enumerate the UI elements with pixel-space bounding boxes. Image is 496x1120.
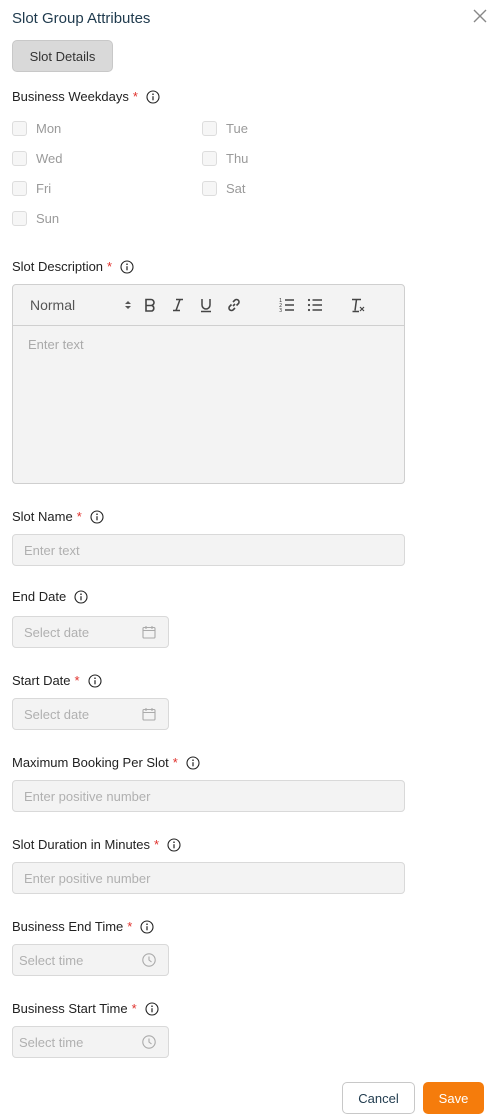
- end-date-label-text: End Date: [12, 589, 67, 604]
- checkbox-box[interactable]: [202, 151, 217, 166]
- weekday-checkbox-wed[interactable]: Wed: [12, 151, 63, 166]
- info-icon[interactable]: [74, 589, 88, 604]
- weekday-label: Wed: [36, 151, 63, 166]
- weekday-checkbox-mon[interactable]: Mon: [12, 121, 61, 136]
- slot-duration-label-text: Slot Duration in Minutes: [12, 837, 151, 852]
- link-icon[interactable]: [225, 296, 243, 314]
- weekday-label: Thu: [226, 151, 249, 166]
- save-button[interactable]: Save: [423, 1082, 484, 1114]
- bold-icon[interactable]: [141, 296, 159, 314]
- ordered-list-icon[interactable]: 123: [278, 296, 296, 314]
- business-end-time-picker[interactable]: Select time: [12, 944, 169, 976]
- end-date-picker[interactable]: Select date: [12, 616, 169, 648]
- slot-name-input[interactable]: Enter text: [12, 534, 405, 566]
- end-date-placeholder: Select date: [24, 624, 90, 640]
- start-date-placeholder: Select date: [24, 706, 90, 722]
- slot-duration-label: Slot Duration in Minutes *: [12, 837, 181, 852]
- checkbox-box[interactable]: [202, 121, 217, 136]
- start-date-label: Start Date *: [12, 673, 102, 688]
- info-icon[interactable]: [145, 1001, 159, 1016]
- required-marker: *: [107, 259, 113, 274]
- slot-name-label-text: Slot Name: [12, 509, 73, 524]
- clock-icon: [141, 952, 157, 968]
- calendar-icon: [141, 706, 157, 722]
- max-booking-label: Maximum Booking Per Slot *: [12, 755, 200, 770]
- editor-toolbar: Normal 123: [13, 285, 404, 326]
- slot-description-label-text: Slot Description: [12, 259, 104, 274]
- weekday-label: Sat: [226, 181, 246, 196]
- start-date-label-text: Start Date: [12, 673, 71, 688]
- editor-placeholder: Enter text: [28, 337, 84, 352]
- info-icon[interactable]: [88, 673, 102, 688]
- business-end-time-label-text: Business End Time: [12, 919, 124, 934]
- info-icon[interactable]: [146, 89, 160, 104]
- max-booking-label-text: Maximum Booking Per Slot: [12, 755, 169, 770]
- required-marker: *: [74, 673, 80, 688]
- required-marker: *: [127, 919, 133, 934]
- business-start-time-label-text: Business Start Time: [12, 1001, 128, 1016]
- format-select-value: Normal: [30, 297, 76, 313]
- bullet-list-icon[interactable]: [306, 296, 324, 314]
- weekday-label: Mon: [36, 121, 62, 136]
- svg-text:3: 3: [279, 308, 282, 314]
- max-booking-input[interactable]: Enter positive number: [12, 780, 405, 812]
- business-start-time-placeholder: Select time: [19, 1034, 84, 1050]
- checkbox-box[interactable]: [12, 151, 27, 166]
- business-weekdays-label: Business Weekdays *: [12, 89, 160, 104]
- weekday-checkbox-sun[interactable]: Sun: [12, 211, 59, 226]
- business-end-time-label: Business End Time *: [12, 919, 154, 934]
- info-icon[interactable]: [120, 259, 134, 274]
- checkbox-box[interactable]: [12, 121, 27, 136]
- tab-slot-details[interactable]: Slot Details: [12, 40, 113, 72]
- checkbox-box[interactable]: [202, 181, 217, 196]
- required-marker: *: [132, 89, 138, 104]
- clock-icon: [141, 1034, 157, 1050]
- required-marker: *: [154, 837, 160, 852]
- info-icon[interactable]: [90, 509, 104, 524]
- business-end-time-placeholder: Select time: [19, 952, 84, 968]
- required-marker: *: [172, 755, 178, 770]
- info-icon[interactable]: [186, 755, 200, 770]
- weekday-label: Fri: [36, 181, 52, 196]
- select-arrows-icon: [124, 299, 132, 311]
- calendar-icon: [141, 624, 157, 640]
- weekday-checkbox-tue[interactable]: Tue: [202, 121, 248, 136]
- end-date-label: End Date: [12, 589, 88, 604]
- checkbox-box[interactable]: [12, 181, 27, 196]
- info-icon[interactable]: [140, 919, 154, 934]
- italic-icon[interactable]: [169, 296, 187, 314]
- required-marker: *: [76, 509, 82, 524]
- required-marker: *: [131, 1001, 137, 1016]
- business-start-time-label: Business Start Time *: [12, 1001, 159, 1016]
- weekday-label: Tue: [226, 121, 248, 136]
- weekday-label: Sun: [36, 211, 60, 226]
- clear-format-icon[interactable]: [349, 296, 367, 314]
- info-icon[interactable]: [167, 837, 181, 852]
- business-weekdays-label-text: Business Weekdays: [12, 89, 129, 104]
- weekday-checkbox-sat[interactable]: Sat: [202, 181, 246, 196]
- dialog-title: Slot Group Attributes: [12, 10, 151, 27]
- weekday-checkbox-fri[interactable]: Fri: [12, 181, 51, 196]
- underline-icon[interactable]: [197, 296, 215, 314]
- format-select[interactable]: Normal: [30, 297, 132, 313]
- slot-description-label: Slot Description *: [12, 259, 134, 274]
- slot-name-label: Slot Name *: [12, 509, 104, 524]
- weekday-checkbox-thu[interactable]: Thu: [202, 151, 248, 166]
- slot-duration-input[interactable]: Enter positive number: [12, 862, 405, 894]
- slot-description-editor[interactable]: Normal 123 Enter text: [12, 284, 405, 484]
- close-icon[interactable]: [471, 7, 489, 25]
- business-start-time-picker[interactable]: Select time: [12, 1026, 169, 1058]
- checkbox-box[interactable]: [12, 211, 27, 226]
- start-date-picker[interactable]: Select date: [12, 698, 169, 730]
- cancel-button[interactable]: Cancel: [342, 1082, 415, 1114]
